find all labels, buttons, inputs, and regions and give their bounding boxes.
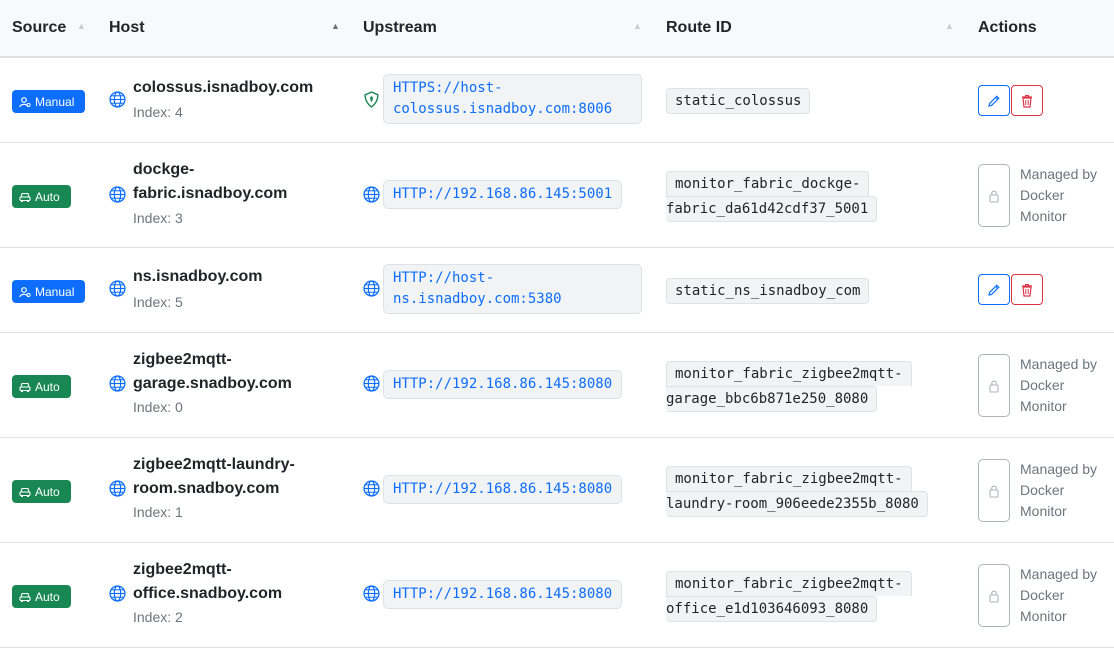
header-host[interactable]: Host [109,0,145,56]
locked-button[interactable] [978,459,1010,522]
upstream-url[interactable]: HTTPS://host-colossus.isnadboy.com:8006 [383,74,642,124]
globe-icon [363,375,380,392]
lock-icon [989,380,999,393]
sort-icon[interactable]: ▲ [633,21,642,31]
host-index: Index: 3 [133,210,183,226]
host-name: zigbee2mqtt-garage.snadboy.com [133,351,292,392]
table-row: Auto zigbee2mqtt-laundry-room.snadboy.co… [0,438,1114,543]
route-id: monitor_fabric_zigbee2mqtt-garage_bbc6b8… [666,361,912,412]
source-badge-manual: Manual [12,90,85,113]
delete-button[interactable] [1011,274,1043,305]
host-name: ns.isnadboy.com [133,268,263,285]
host-name: colossus.isnadboy.com [133,79,314,96]
car-icon [19,192,31,202]
delete-button[interactable] [1011,85,1043,116]
host-index: Index: 0 [133,399,183,415]
upstream-url[interactable]: HTTP://192.168.86.145:8080 [383,370,623,399]
globe-icon [109,585,126,602]
lock-icon [989,485,999,498]
trash-icon [1022,283,1032,297]
globe-icon [109,186,126,203]
managed-by-text: Managed by Docker Monitor [1020,166,1098,224]
table-row: Manual ns.isnadboy.com Index: 5 HTTP://h… [0,248,1114,333]
host-index: Index: 5 [133,294,183,310]
managed-by-text: Managed by Docker Monitor [1020,461,1098,519]
trash-icon [1022,94,1032,108]
table-row: Auto zigbee2mqtt-office.snadboy.com Inde… [0,543,1114,648]
sort-icon[interactable]: ▲ [77,21,86,31]
car-icon [19,382,31,392]
managed-by-text: Managed by Docker Monitor [1020,356,1098,414]
pencil-icon [988,94,1000,107]
edit-button[interactable] [978,85,1010,116]
host-index: Index: 4 [133,104,183,120]
sort-icon[interactable]: ▲ [945,21,954,31]
locked-button[interactable] [978,354,1010,417]
source-badge-manual: Manual [12,280,85,303]
header-upstream[interactable]: Upstream [363,0,437,56]
table-row: Manual colossus.isnadboy.com Index: 4 HT… [0,58,1114,143]
globe-icon [109,280,126,297]
header-actions: Actions [978,19,1037,36]
user-icon [19,96,31,107]
globe-icon [363,280,380,297]
host-index: Index: 2 [133,609,183,625]
lock-icon [989,590,999,603]
car-icon [19,592,31,602]
route-id: monitor_fabric_dockge-fabric_da61d42cdf3… [666,171,878,222]
source-badge-auto: Auto [12,185,71,208]
source-badge-auto: Auto [12,585,71,608]
table-header: Source ▲ Host ▲ Upstream ▲ Route ID ▲ Ac… [0,0,1114,58]
source-label: Auto [35,379,60,394]
globe-icon [109,375,126,392]
source-badge-auto: Auto [12,375,71,398]
pencil-icon [988,283,1000,296]
locked-button[interactable] [978,164,1010,227]
header-route-id[interactable]: Route ID [666,0,732,56]
route-id: static_ns_isnadboy_com [666,278,870,304]
table-row: Auto dockge-fabric.isnadboy.com Index: 3… [0,143,1114,248]
edit-button[interactable] [978,274,1010,305]
host-name: zigbee2mqtt-office.snadboy.com [133,561,283,602]
globe-icon [109,91,126,108]
car-icon [19,487,31,497]
route-id: monitor_fabric_zigbee2mqtt-office_e1d103… [666,571,912,622]
globe-icon [363,186,380,203]
table-row: Auto zigbee2mqtt-garage.snadboy.com Inde… [0,333,1114,438]
route-id: monitor_fabric_zigbee2mqtt-laundry-room_… [666,466,928,517]
globe-icon [363,480,380,497]
locked-button[interactable] [978,564,1010,627]
globe-icon [109,480,126,497]
lock-icon [989,190,999,203]
shield-icon [364,91,379,108]
source-label: Auto [35,189,60,204]
host-name: zigbee2mqtt-laundry-room.snadboy.com [133,456,295,497]
header-source[interactable]: Source [12,0,66,56]
source-label: Auto [35,484,60,499]
source-label: Manual [35,284,75,299]
source-label: Manual [35,94,75,109]
upstream-url[interactable]: HTTP://192.168.86.145:8080 [383,580,623,609]
upstream-url[interactable]: HTTP://192.168.86.145:5001 [383,180,623,209]
host-name: dockge-fabric.isnadboy.com [133,161,288,202]
user-icon [19,286,31,297]
upstream-url[interactable]: HTTP://192.168.86.145:8080 [383,475,623,504]
route-id: static_colossus [666,88,811,114]
source-label: Auto [35,589,60,604]
sort-asc-icon[interactable]: ▲ [331,21,340,31]
host-index: Index: 1 [133,504,183,520]
source-badge-auto: Auto [12,480,71,503]
upstream-url[interactable]: HTTP://host-ns.isnadboy.com:5380 [383,264,642,314]
managed-by-text: Managed by Docker Monitor [1020,566,1098,624]
globe-icon [363,585,380,602]
